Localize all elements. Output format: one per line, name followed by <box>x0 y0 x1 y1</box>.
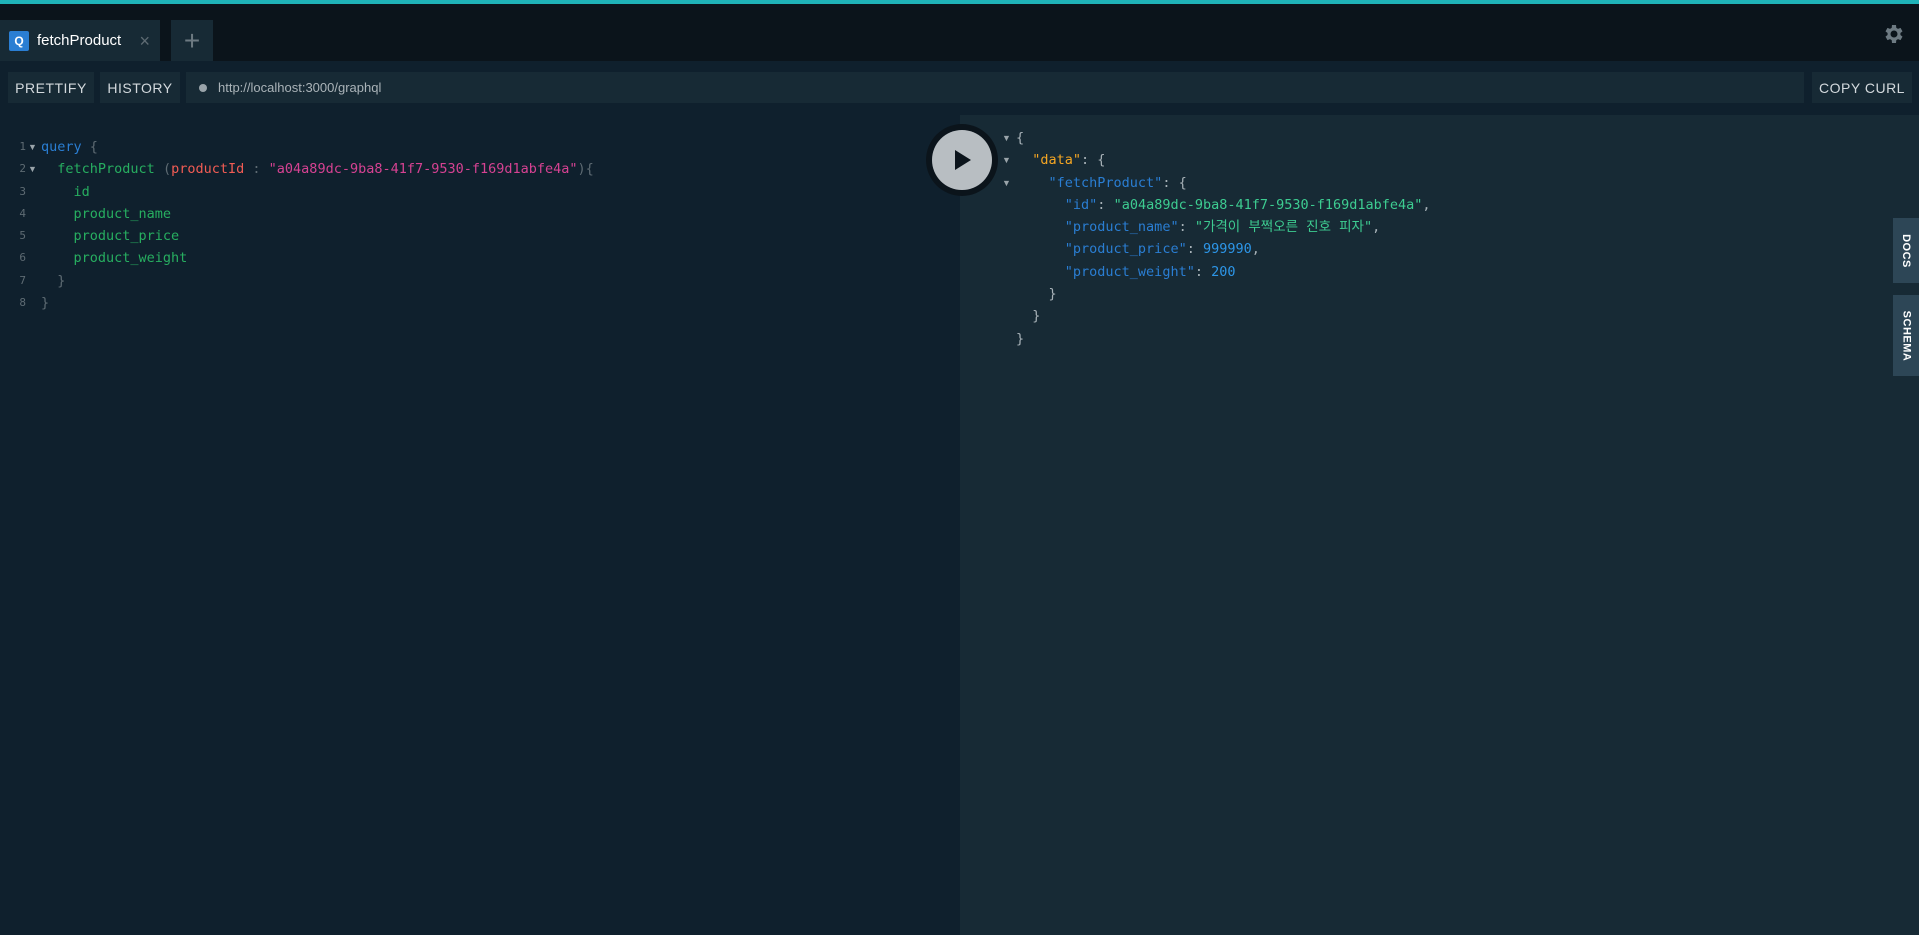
query-field: fetchProduct <box>57 161 155 178</box>
play-icon <box>955 150 971 170</box>
json-key: "data" <box>1032 152 1082 169</box>
json-key: "fetchProduct" <box>1048 174 1163 191</box>
tab-bar: Q fetchProduct × + <box>0 4 1919 61</box>
json-key: "product_name" <box>1064 219 1179 236</box>
prettify-button[interactable]: PRETTIFY <box>8 72 94 103</box>
selection-field: product_name <box>73 205 172 222</box>
docs-tab-label: DOCS <box>1900 233 1912 268</box>
line-number: 6 <box>19 251 26 265</box>
fold-arrow-icon[interactable]: ▼ <box>1002 155 1011 165</box>
code-line: query { <box>41 139 98 155</box>
json-key: "product_weight" <box>1064 263 1195 280</box>
history-button[interactable]: HISTORY <box>100 72 180 103</box>
json-line: "id": "a04a89dc-9ba8-41f7-9530-f169d1abf… <box>1064 196 1431 213</box>
json-key: "id" <box>1064 196 1098 213</box>
code-line: id <box>41 181 594 203</box>
json-line: "fetchProduct": { <box>1048 174 1187 191</box>
schema-tab[interactable]: SCHEMA <box>1893 295 1919 376</box>
line-number: 1 <box>19 140 26 153</box>
toolbar: PRETTIFY HISTORY http://localhost:3000/g… <box>0 61 1919 115</box>
query-badge-icon: Q <box>9 30 29 51</box>
argument-name: productId <box>171 161 245 178</box>
tab-fetchproduct[interactable]: Q fetchProduct × <box>0 20 160 61</box>
json-line: "data": { <box>1032 152 1106 169</box>
json-string-value: "a04a89dc-9ba8-41f7-9530-f169d1abfe4a" <box>1113 196 1423 213</box>
query-keyword: query <box>41 139 82 155</box>
selection-field: product_weight <box>73 250 188 267</box>
execute-query-button[interactable] <box>932 130 992 190</box>
json-line: } <box>1032 308 1041 325</box>
code-line: } <box>41 295 50 312</box>
argument-value: "a04a89dc-9ba8-41f7-9530-f169d1abfe4a" <box>268 161 578 178</box>
connection-status-icon <box>199 83 207 92</box>
json-number-value: 999990 <box>1202 241 1252 258</box>
json-line: "product_weight": 200 <box>1064 263 1236 280</box>
code-line: } <box>57 272 66 289</box>
selection-field: product_price <box>73 228 180 245</box>
tab-title: fetchProduct <box>37 32 122 49</box>
json-number-value: 200 <box>1211 263 1236 280</box>
json-line: { <box>1016 130 1025 146</box>
close-icon[interactable]: × <box>139 32 150 50</box>
json-line: } <box>1048 286 1057 303</box>
json-line: "product_price": 999990, <box>1064 241 1260 258</box>
selection-field: id <box>73 183 90 200</box>
line-number: 8 <box>19 296 26 310</box>
gear-icon[interactable] <box>1881 22 1905 46</box>
fold-arrow-icon[interactable]: ▼ <box>28 164 37 174</box>
endpoint-url: http://localhost:3000/graphql <box>218 80 382 95</box>
code-line: fetchProduct (productId : "a04a89dc-9ba8… <box>57 161 594 178</box>
line-number: 2 <box>19 162 26 176</box>
result-json: { "data": { "fetchProduct": { "id": "a04… <box>1016 127 1431 350</box>
code-line: product_name <box>41 203 594 225</box>
fold-arrow-icon[interactable]: ▼ <box>1002 133 1011 143</box>
code-line: product_price <box>41 225 594 247</box>
endpoint-url-input[interactable]: http://localhost:3000/graphql <box>186 72 1804 103</box>
docs-tab[interactable]: DOCS <box>1893 218 1919 283</box>
query-code: query { fetchProduct (productId : "a04a8… <box>41 136 594 314</box>
add-tab-button[interactable]: + <box>171 20 213 61</box>
fold-arrow-icon[interactable]: ▼ <box>28 142 37 152</box>
line-number: 7 <box>19 273 26 287</box>
line-numbers: 1 2 3 4 5 6 7 8 <box>12 136 26 314</box>
json-key: "product_price" <box>1064 241 1187 258</box>
copy-curl-button[interactable]: COPY CURL <box>1812 72 1912 103</box>
line-number: 3 <box>19 184 26 198</box>
line-number: 4 <box>19 206 26 220</box>
code-line: product_weight <box>41 247 594 269</box>
fold-arrow-icon[interactable]: ▼ <box>1002 178 1011 188</box>
json-string-value: "가격이 부쩍오른 진호 피자" <box>1194 219 1373 236</box>
line-number: 5 <box>19 229 26 243</box>
schema-tab-label: SCHEMA <box>1900 310 1913 361</box>
json-line: "product_name": "가격이 부쩍오른 진호 피자", <box>1064 219 1381 236</box>
json-line: } <box>1016 330 1025 347</box>
